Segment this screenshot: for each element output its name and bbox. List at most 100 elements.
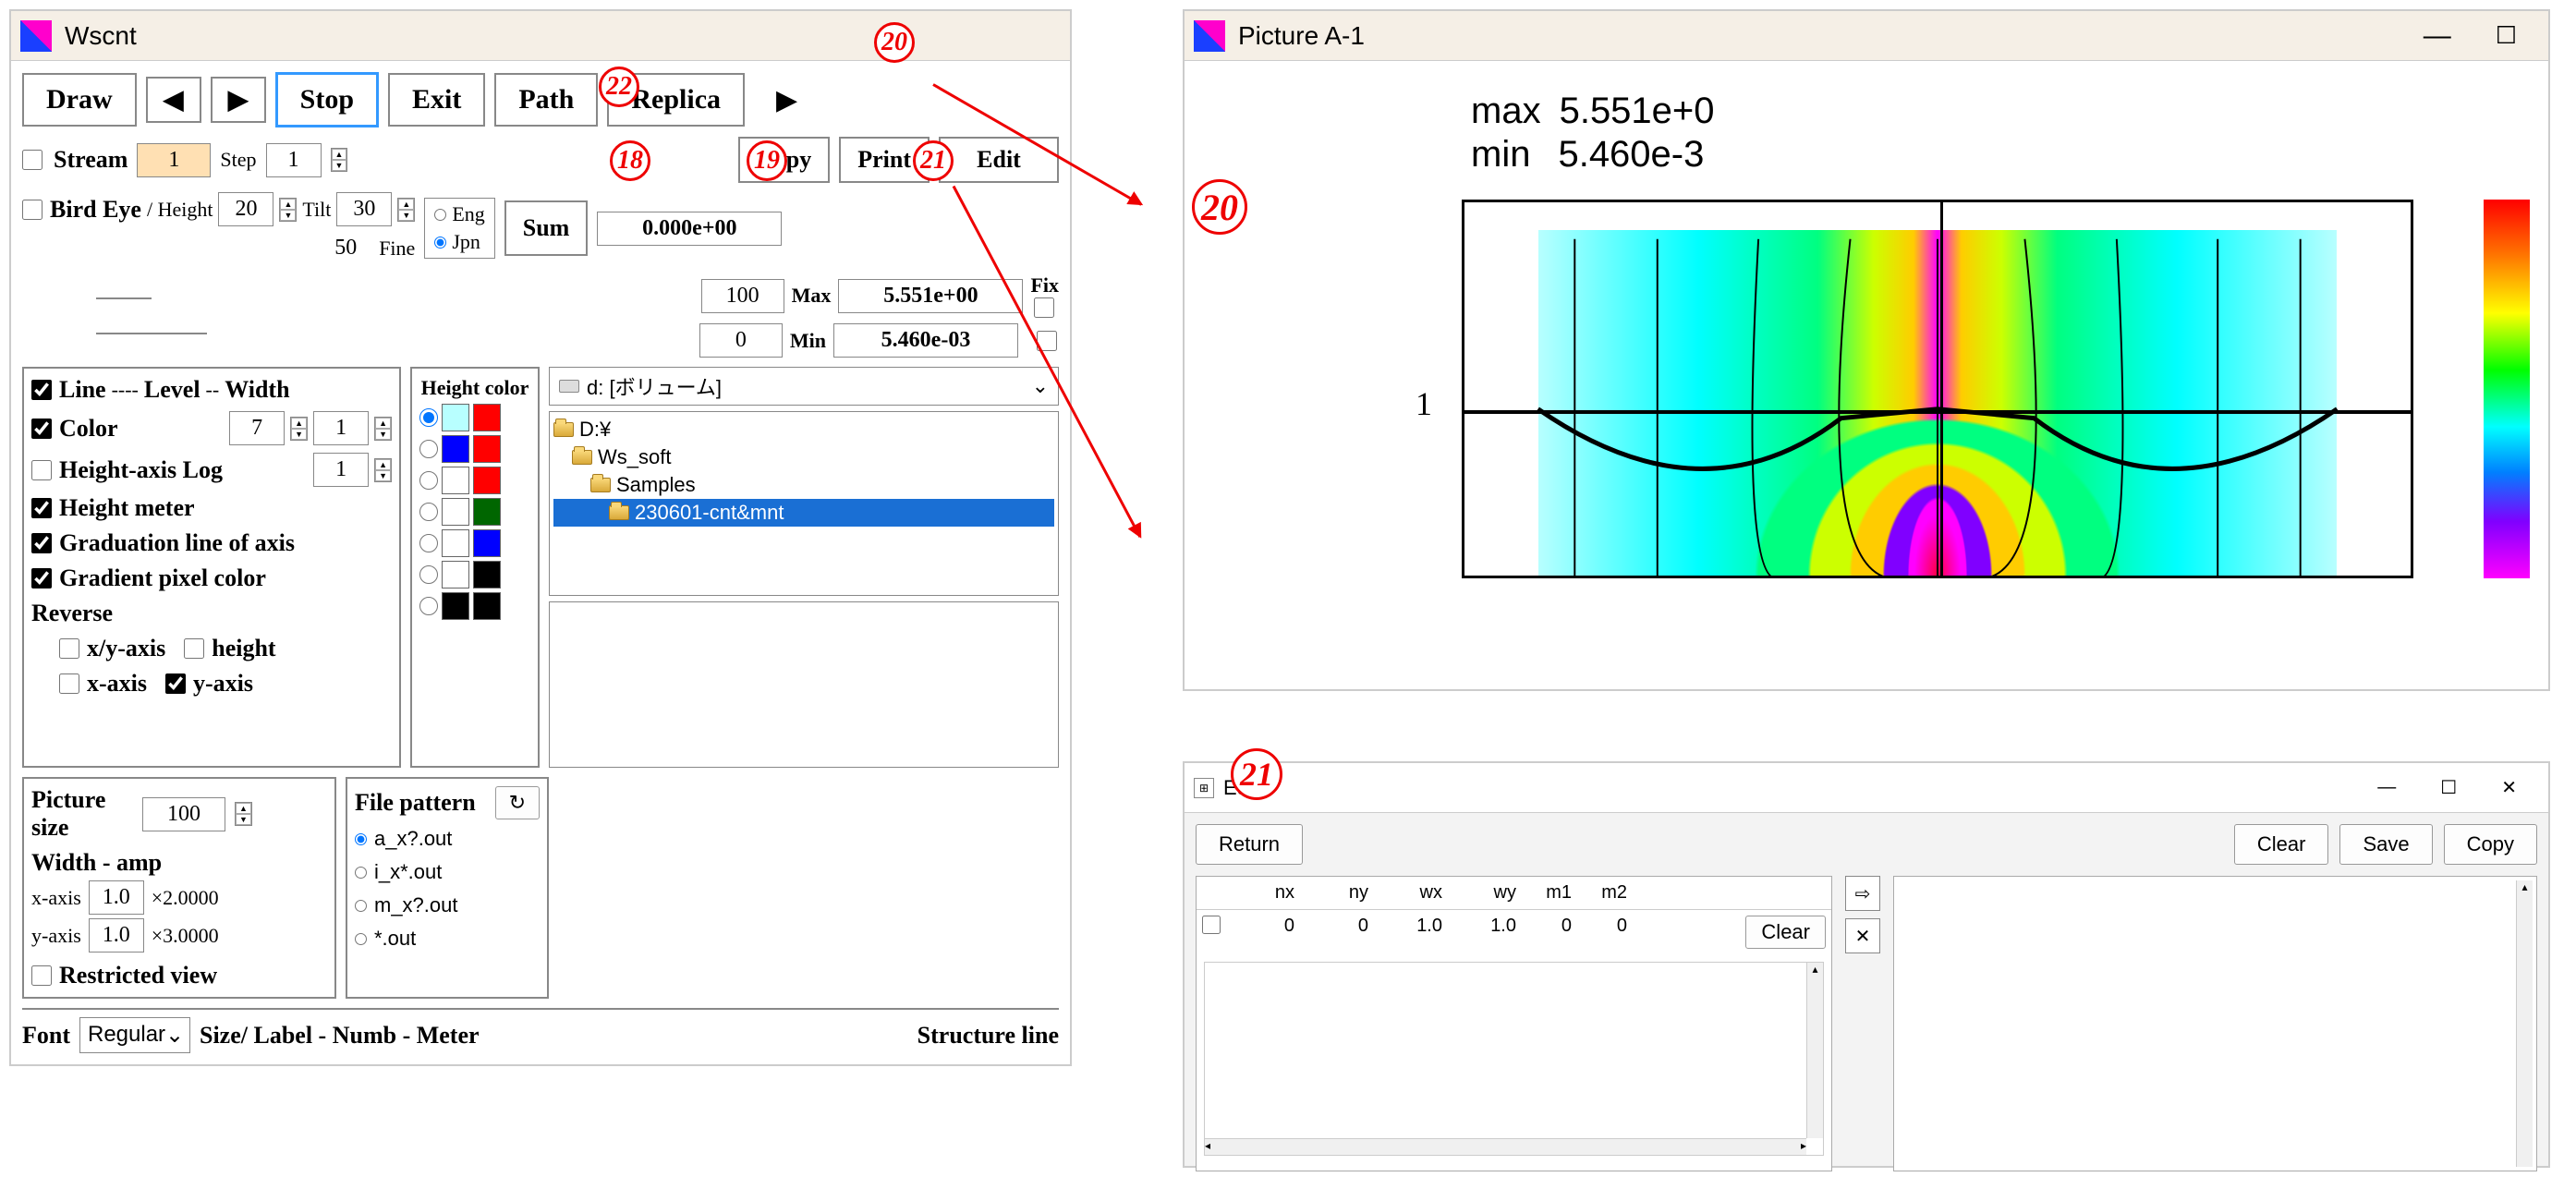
folder-item[interactable]: Ws_soft (553, 443, 1054, 471)
swatch-a-4[interactable] (442, 529, 469, 557)
swatch-a-5[interactable] (442, 561, 469, 588)
swatch-a-2[interactable] (442, 467, 469, 494)
min-value[interactable]: 5.460e-03 (833, 323, 1018, 358)
font-combo[interactable]: Regular⌄ (79, 1017, 190, 1053)
swatch-a-6[interactable] (442, 592, 469, 620)
cell-wx[interactable]: 1.0 (1387, 916, 1442, 949)
edit-clear-button[interactable]: Clear (2234, 824, 2329, 865)
max-value[interactable]: 5.551e+00 (838, 279, 1023, 313)
swatch-b-1[interactable] (473, 435, 501, 463)
minimize-button[interactable]: — (2401, 20, 2473, 52)
stream-checkbox[interactable] (22, 150, 43, 170)
eng-radio[interactable] (434, 209, 446, 221)
file-pattern-radio-1[interactable] (355, 867, 367, 879)
height-spinner[interactable]: ▲▼ (279, 198, 297, 222)
edit-maximize-button[interactable]: ☐ (2418, 776, 2479, 799)
maximize-button[interactable]: ☐ (2473, 21, 2539, 50)
cell-m1[interactable]: 0 (1535, 916, 1572, 949)
file-pattern-radio-0[interactable] (355, 833, 367, 845)
slider-track-1[interactable] (96, 297, 152, 299)
height-color-radio-6[interactable] (419, 597, 438, 615)
step-spinner[interactable]: ▲▼ (331, 148, 348, 172)
folder-tree[interactable]: D:¥ Ws_soft Samples 230601-cnt&mnt (549, 411, 1059, 596)
step-value[interactable]: 1 (266, 143, 322, 177)
line-checkbox[interactable] (31, 380, 52, 400)
refresh-button[interactable]: ↻ (495, 786, 540, 819)
height-color-radio-2[interactable] (419, 471, 438, 490)
edit-title-bar[interactable]: ⊞ Edit — ☐ ✕ (1185, 763, 2548, 813)
picture-size-value[interactable]: 100 (142, 797, 225, 831)
fix-max-checkbox[interactable] (1034, 297, 1054, 318)
picture-title-bar[interactable]: Picture A-1 — ☐ (1185, 11, 2548, 61)
swatch-b-4[interactable] (473, 529, 501, 557)
play-icon[interactable]: ▶ (776, 84, 797, 116)
delete-button[interactable]: ✕ (1845, 918, 1880, 953)
tilt-value[interactable]: 30 (336, 192, 392, 226)
transfer-right-button[interactable]: ⇨ (1845, 876, 1880, 911)
height-axis-log-checkbox[interactable] (31, 460, 52, 480)
swatch-b-3[interactable] (473, 498, 501, 526)
edit-close-button[interactable]: ✕ (2479, 776, 2539, 799)
tilt-spinner[interactable]: ▲▼ (397, 198, 415, 222)
swatch-b-5[interactable] (473, 561, 501, 588)
grad-pixel-checkbox[interactable] (31, 568, 52, 588)
y-axis-value[interactable]: 1.0 (89, 918, 144, 953)
file-pattern-radio-3[interactable] (355, 933, 367, 945)
folder-item[interactable]: D:¥ (553, 416, 1054, 443)
swatch-a-0[interactable] (442, 404, 469, 431)
edit-button[interactable]: Edit (939, 137, 1059, 183)
grad-line-checkbox[interactable] (31, 533, 52, 553)
min-scale[interactable]: 0 (699, 323, 783, 358)
color-width-spinner[interactable]: ▲▼ (374, 417, 392, 441)
x-axis-value[interactable]: 1.0 (89, 880, 144, 915)
inner-clear-button[interactable]: Clear (1745, 916, 1826, 949)
cell-wy[interactable]: 1.0 (1461, 916, 1516, 949)
swatch-b-0[interactable] (473, 404, 501, 431)
sum-button[interactable]: Sum (504, 200, 589, 256)
swatch-b-2[interactable] (473, 467, 501, 494)
rev-height-checkbox[interactable] (184, 638, 204, 659)
rev-x-axis-checkbox[interactable] (59, 673, 79, 694)
path-button[interactable]: Path (494, 73, 598, 127)
jpn-radio[interactable] (434, 237, 446, 249)
height-color-radio-5[interactable] (419, 565, 438, 584)
prev-button[interactable]: ◀ (146, 77, 201, 123)
color-spinner[interactable]: ▲▼ (290, 417, 308, 441)
file-pattern-radio-2[interactable] (355, 900, 367, 912)
exit-button[interactable]: Exit (388, 73, 485, 127)
color-checkbox[interactable] (31, 419, 52, 439)
height-meter-checkbox[interactable] (31, 498, 52, 518)
hal-value[interactable]: 1 (313, 453, 369, 487)
edit-minimize-button[interactable]: — (2355, 777, 2418, 798)
vscrollbar[interactable]: ▴ (1806, 963, 1823, 1138)
stop-button[interactable]: Stop (275, 72, 379, 127)
swatch-a-1[interactable] (442, 435, 469, 463)
vscrollbar[interactable]: ▴ (2516, 880, 2533, 1167)
color-value[interactable]: 7 (229, 411, 285, 445)
max-scale[interactable]: 100 (701, 279, 784, 313)
restricted-view-checkbox[interactable] (31, 965, 52, 986)
height-color-radio-0[interactable] (419, 408, 438, 427)
folder-item[interactable]: Samples (553, 471, 1054, 499)
drive-combo[interactable]: d: [ボリューム] ⌄ (549, 367, 1059, 406)
hscrollbar[interactable]: ◂▸ (1205, 1138, 1806, 1155)
slider-track-2[interactable] (96, 333, 207, 334)
swatch-b-6[interactable] (473, 592, 501, 620)
cell-m2[interactable]: 0 (1590, 916, 1627, 949)
swatch-a-3[interactable] (442, 498, 469, 526)
color-width-value[interactable]: 1 (313, 411, 369, 445)
height-color-radio-1[interactable] (419, 440, 438, 458)
edit-save-button[interactable]: Save (2339, 824, 2432, 865)
draw-button[interactable]: Draw (22, 73, 137, 127)
folder-item-selected[interactable]: 230601-cnt&mnt (553, 499, 1054, 527)
next-button[interactable]: ▶ (211, 77, 266, 123)
edit-text-area[interactable]: ▴ ◂▸ (1204, 962, 1824, 1156)
edit-right-panel[interactable]: ▴ (1893, 876, 2537, 1171)
fine-value[interactable]: 50 (318, 232, 373, 264)
rev-y-axis-checkbox[interactable] (165, 673, 186, 694)
cell-nx[interactable]: 0 (1239, 916, 1294, 949)
birdeye-checkbox[interactable] (22, 200, 43, 220)
stream-value[interactable]: 1 (137, 143, 211, 177)
height-color-radio-4[interactable] (419, 534, 438, 552)
row-checkbox[interactable] (1202, 916, 1221, 934)
